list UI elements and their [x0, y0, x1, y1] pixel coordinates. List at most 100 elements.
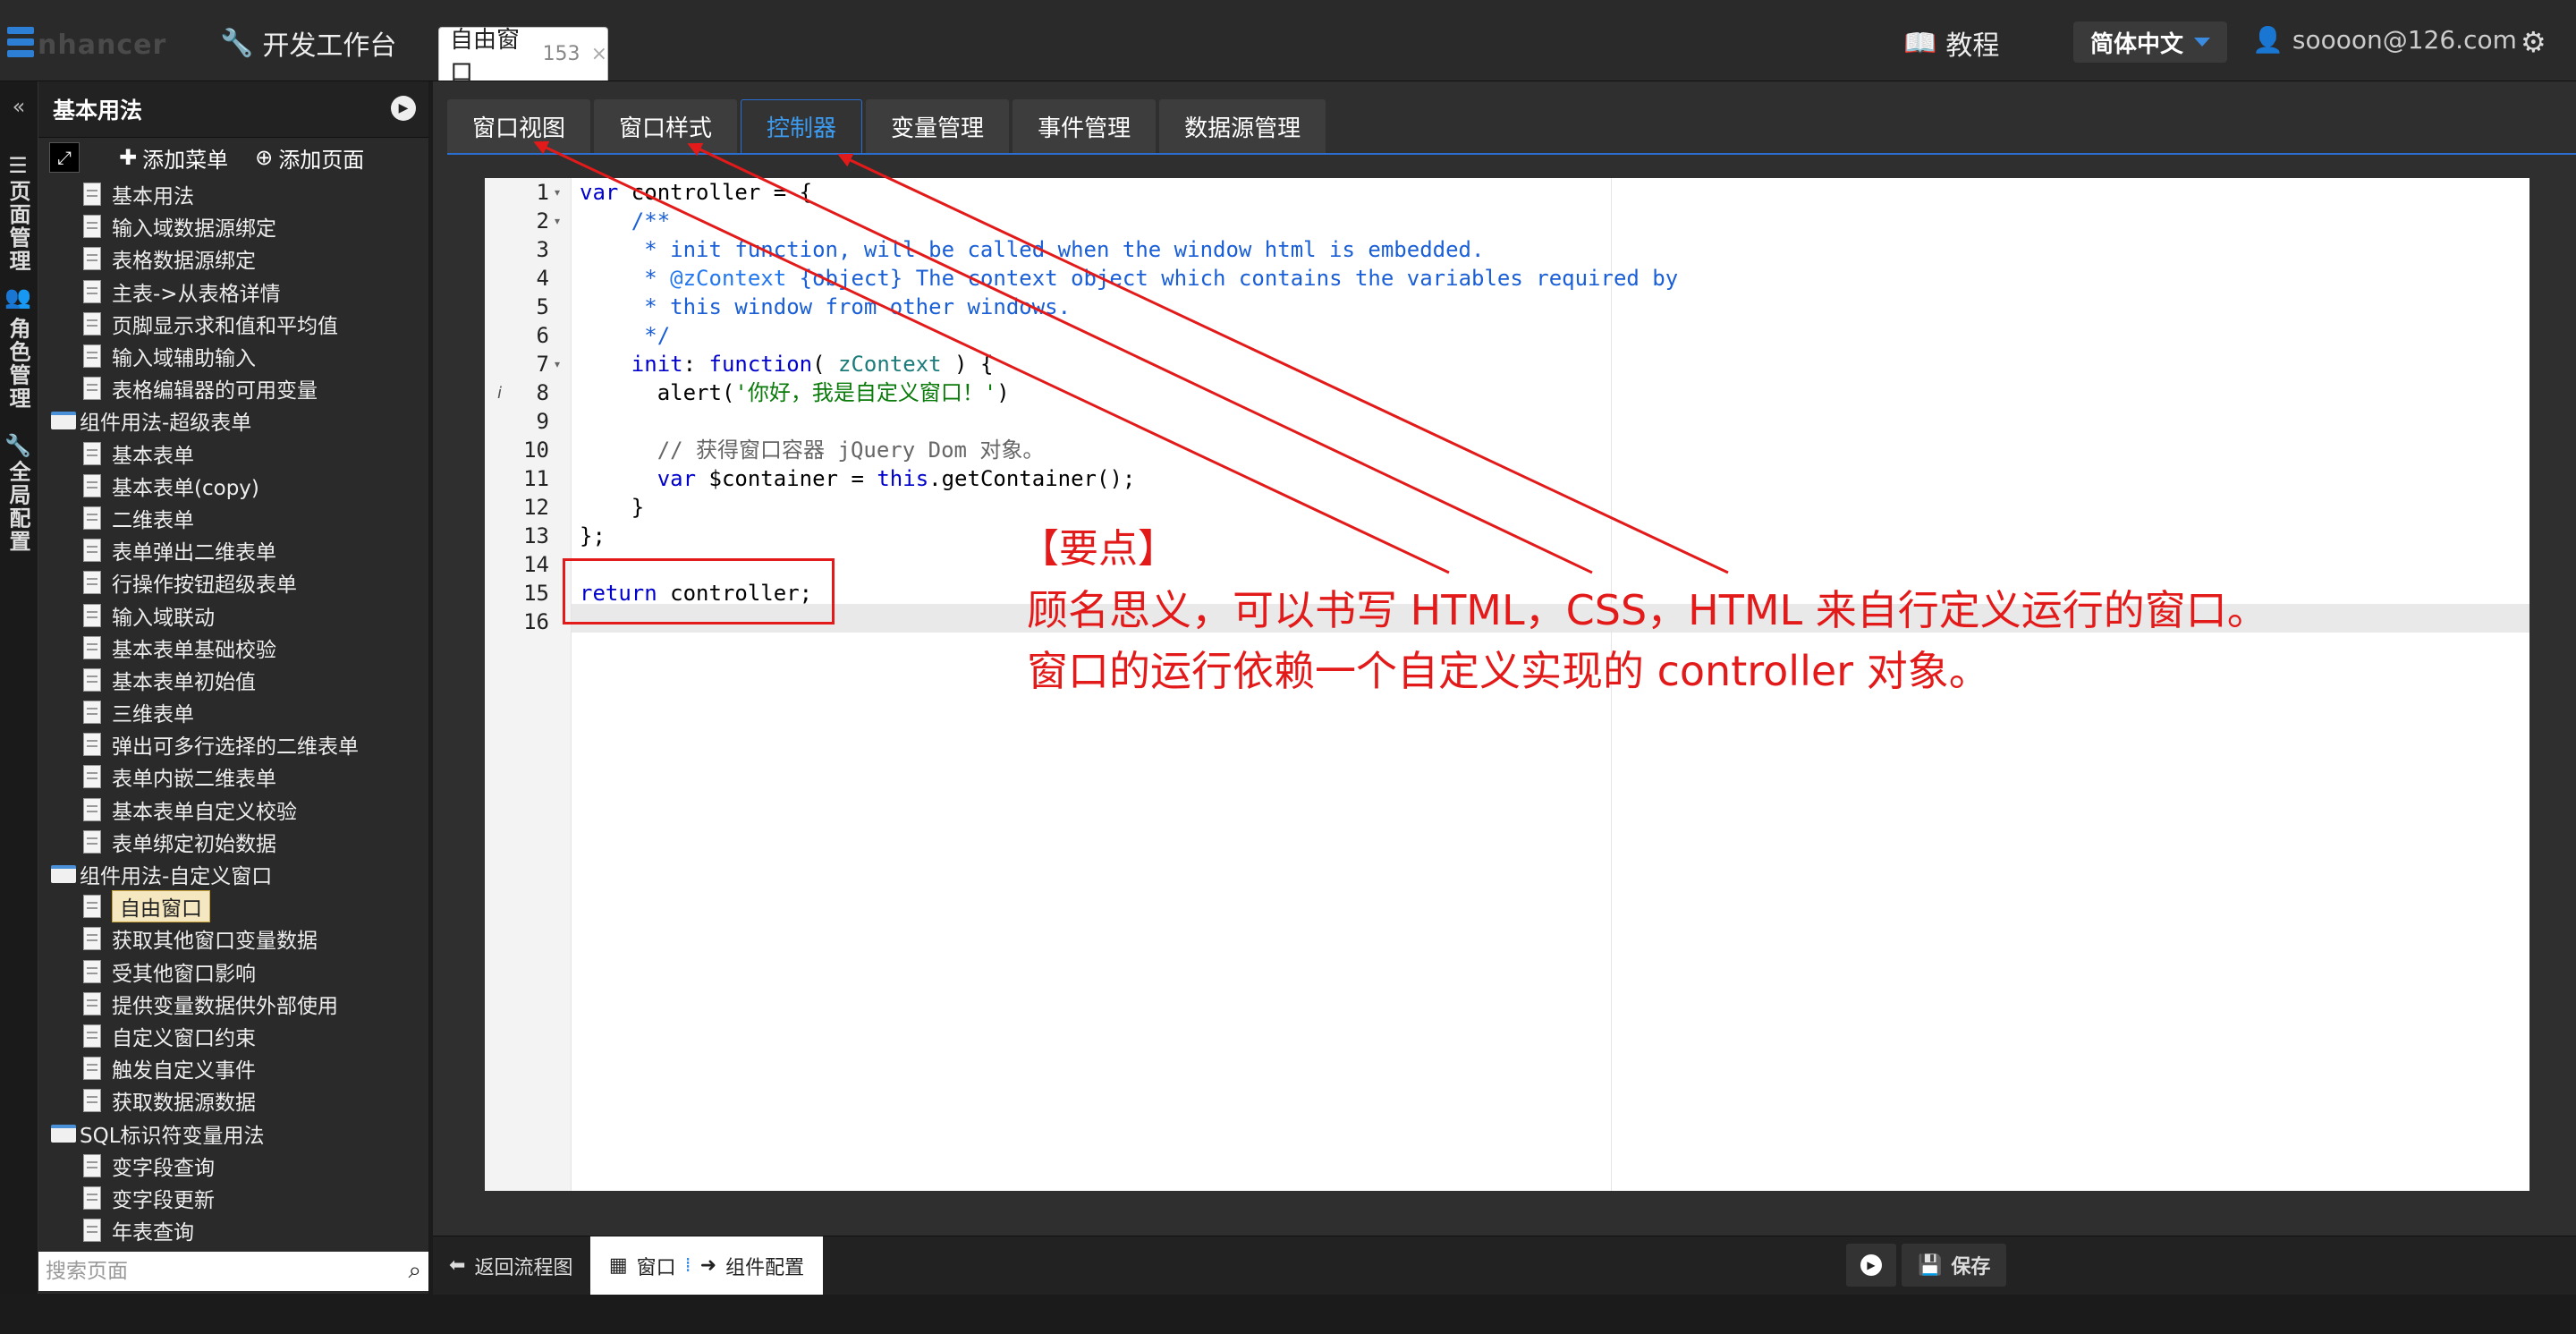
add-menu-button[interactable]: ✚ 添加菜单	[119, 142, 228, 174]
tree-page[interactable]: 获取数据源数据	[38, 1084, 428, 1117]
line-number: 3	[536, 237, 549, 262]
tree-label: 自由窗口	[112, 890, 210, 923]
user-menu[interactable]: 👤 soooon@126.com	[2252, 25, 2517, 55]
language-select[interactable]: 简体中文	[2073, 21, 2227, 63]
tree-page[interactable]: 二维表单	[38, 502, 428, 534]
collapse-sidebar-icon[interactable]: «	[0, 94, 38, 119]
tree-page[interactable]: 触发自定义事件	[38, 1052, 428, 1084]
language-label: 简体中文	[2089, 30, 2183, 58]
tree-page[interactable]: 变字段更新	[38, 1182, 428, 1214]
page-tree: 基本用法 输入域数据源绑定 表格数据源绑定 主表->从表格详情 页脚显示求和值和平均值输…	[38, 178, 428, 1334]
search-icon[interactable]: ⌕	[408, 1257, 421, 1285]
tree-page[interactable]: 表格编辑器的可用变量	[38, 372, 428, 404]
page-icon	[83, 797, 101, 821]
code-token: * this window from other windows.	[580, 294, 1072, 319]
tree-page[interactable]: 表单弹出二维表单	[38, 534, 428, 566]
settings-gear-icon[interactable]: ⚙	[2521, 25, 2546, 59]
tree-page[interactable]: 输入域数据源绑定	[38, 210, 428, 242]
folder-icon	[51, 412, 76, 430]
page-icon	[83, 473, 101, 497]
tree-folder[interactable]: 组件用法-自定义窗口	[38, 858, 428, 890]
play-icon[interactable]: ▶	[391, 96, 416, 121]
tree-page[interactable]: 变字段查询	[38, 1150, 428, 1182]
tree-page[interactable]: 输入域辅助输入	[38, 340, 428, 372]
page-icon	[83, 279, 101, 303]
code-line: * this window from other windows.	[580, 293, 1071, 321]
tree-folder[interactable]: SQL标识符变量用法	[38, 1117, 428, 1149]
tree-page[interactable]: 基本表单(copy)	[38, 470, 428, 502]
search-input[interactable]	[44, 1259, 387, 1284]
tree-page[interactable]: 三维表单	[38, 696, 428, 728]
window-tab[interactable]: 自由窗口 153 ×	[438, 27, 608, 87]
rail-tab-role-management[interactable]: 👥角色管理	[4, 289, 34, 410]
tab-2[interactable]: 控制器	[741, 99, 863, 153]
play-icon: ▶	[1860, 1254, 1882, 1276]
tree-label: 触发自定义事件	[112, 1059, 256, 1083]
workbench-menu[interactable]: 🔧 开发工作台	[220, 23, 396, 63]
run-button[interactable]: ▶	[1846, 1244, 1896, 1287]
breadcrumb-window: 窗口	[636, 1256, 676, 1279]
app-logo[interactable]: nhancer	[7, 21, 166, 61]
page-icon	[83, 377, 101, 401]
grid-icon: ▦	[608, 1254, 628, 1277]
tree-page[interactable]: 表格数据源绑定	[38, 242, 428, 275]
tree-page[interactable]: 基本表单初始值	[38, 664, 428, 696]
tab-1[interactable]: 窗口样式	[594, 99, 738, 153]
code-line: */	[580, 321, 670, 350]
window-tab-id: 153	[542, 43, 580, 65]
tree-page[interactable]: 获取其他窗口变量数据	[38, 922, 428, 955]
line-number: 4	[536, 266, 549, 291]
tree-label: 组件用法-超级表单	[80, 412, 252, 436]
add-page-label: 添加页面	[278, 147, 365, 173]
tree-page[interactable]: 受其他窗口影响	[38, 956, 428, 988]
folder-icon	[51, 865, 76, 884]
tab-0[interactable]: 窗口视图	[447, 99, 591, 153]
page-icon	[83, 539, 101, 563]
tab-4[interactable]: 事件管理	[1013, 99, 1157, 153]
users-icon: 👥	[5, 289, 30, 318]
save-button[interactable]: 💾 保存	[1902, 1244, 2007, 1287]
fold-arrow-icon[interactable]: ▾	[555, 215, 560, 227]
tree-label: 页脚显示求和值和平均值	[112, 314, 338, 338]
tab-5[interactable]: 数据源管理	[1159, 99, 1326, 153]
rail-tab-page-management[interactable]: ☰页面管理	[4, 153, 34, 273]
tree-page[interactable]: 基本表单自定义校验	[38, 794, 428, 826]
book-icon: 📖	[1903, 27, 1937, 59]
floppy-icon: 💾	[1918, 1253, 1943, 1277]
tree-page[interactable]: 表单绑定初始数据	[38, 826, 428, 858]
annotation-line-2: 窗口的运行依赖一个自定义实现的 controller 对象。	[1027, 647, 1990, 695]
code-line: * init function, will be called when the…	[580, 235, 1484, 264]
breadcrumb[interactable]: ▦ 窗口 ⁞ ➜ 组件配置	[590, 1236, 823, 1295]
tree-page[interactable]: 提供变量数据供外部使用	[38, 988, 428, 1020]
tree-page[interactable]: 基本用法	[38, 178, 428, 210]
tab-3[interactable]: 变量管理	[866, 99, 1010, 153]
tree-page[interactable]: 弹出可多行选择的二维表单	[38, 728, 428, 760]
pin-icon[interactable]: ⤢	[49, 142, 80, 173]
tree-label: 基本表单基础校验	[112, 638, 276, 662]
close-tab-icon[interactable]: ×	[591, 43, 607, 65]
code-token: /**	[580, 208, 671, 234]
add-page-button[interactable]: ⊕ 添加页面	[255, 142, 364, 174]
fold-arrow-icon[interactable]: ▾	[555, 358, 560, 370]
tree-page[interactable]: 年表查询	[38, 1214, 428, 1246]
rail-tab-global-config[interactable]: 🔧全局配置	[4, 432, 34, 553]
user-icon: 👤	[2252, 25, 2284, 55]
tree-page[interactable]: 自由窗口	[38, 890, 428, 923]
tree-page[interactable]: 页脚显示求和值和平均值	[38, 308, 428, 340]
tree-page[interactable]: 输入域联动	[38, 599, 428, 631]
tree-page[interactable]: 表单内嵌二维表单	[38, 760, 428, 793]
list-icon: ☰	[5, 153, 30, 180]
tree-label: 组件用法-自定义窗口	[80, 865, 273, 889]
tutorial-link[interactable]: 📖 教程	[1903, 23, 1999, 63]
annotation-title: 【要点】	[1020, 526, 1177, 572]
tree-folder[interactable]: 组件用法-超级表单	[38, 404, 428, 437]
tree-page[interactable]: 行操作按钮超级表单	[38, 566, 428, 599]
back-to-flow-button[interactable]: ⬅ 返回流程图	[449, 1236, 572, 1295]
tree-page[interactable]: 主表->从表格详情	[38, 276, 428, 308]
tree-page[interactable]: 基本表单基础校验	[38, 632, 428, 664]
tree-page[interactable]: 自定义窗口约束	[38, 1020, 428, 1052]
plus-icon: ✚	[119, 145, 138, 170]
fold-arrow-icon[interactable]: ▾	[555, 186, 560, 199]
tree-page[interactable]: 基本表单	[38, 438, 428, 470]
rail-tab-label: 全局配置	[5, 460, 30, 554]
